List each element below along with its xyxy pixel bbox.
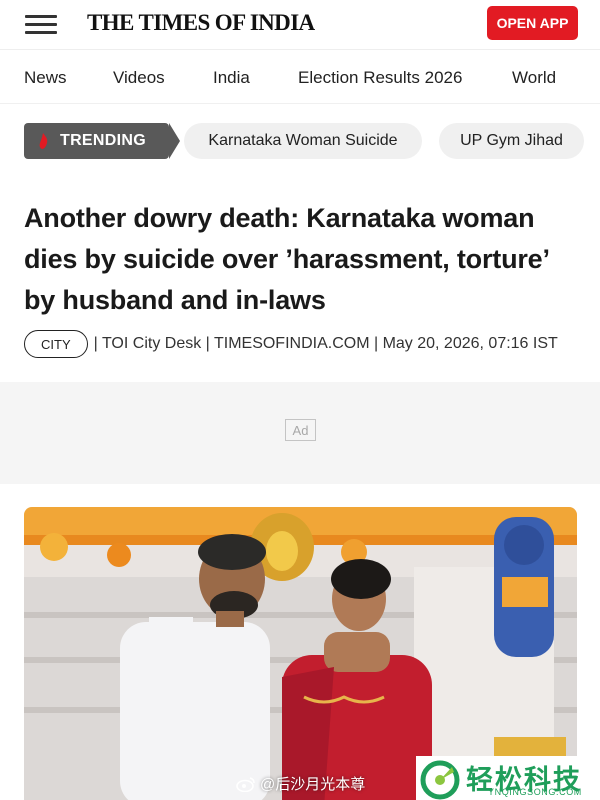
- site-logo[interactable]: THE TIMES OF INDIA: [87, 10, 315, 36]
- ad-slot: Ad: [0, 382, 600, 484]
- trending-chip-karnataka-woman-suicide[interactable]: Karnataka Woman Suicide: [184, 123, 422, 159]
- ad-label: Ad: [285, 419, 316, 441]
- trending-chip-up-gym-jihad[interactable]: UP Gym Jihad: [439, 123, 584, 159]
- section-tag-city[interactable]: CITY: [24, 330, 88, 358]
- nav-item-world[interactable]: World: [512, 68, 556, 88]
- photo-watermark: @后沙月光本尊: [236, 773, 365, 794]
- hamburger-icon[interactable]: [25, 12, 59, 38]
- top-bar: THE TIMES OF INDIA OPEN APP: [0, 0, 600, 50]
- article-meta: CITY | TOI City Desk | TIMESOFINDIA.COM …: [24, 330, 558, 358]
- nav-item-news[interactable]: News: [24, 68, 67, 88]
- open-app-button[interactable]: OPEN APP: [487, 6, 578, 40]
- trending-badge[interactable]: TRENDING: [24, 123, 180, 159]
- brand-url: YNQINGSONG.COM: [488, 787, 582, 797]
- section-nav: News Videos India Election Results 2026 …: [0, 52, 600, 104]
- site-brand-overlay: 轻松科技 YNQINGSONG.COM: [416, 756, 600, 800]
- article-byline: | TOI City Desk | TIMESOFINDIA.COM | May…: [93, 335, 558, 352]
- trending-label: TRENDING: [60, 132, 146, 149]
- brand-logo-icon: [420, 760, 460, 800]
- flame-icon: [39, 133, 48, 149]
- nav-item-election-results[interactable]: Election Results 2026: [298, 68, 462, 88]
- watermark-text: @后沙月光本尊: [260, 776, 366, 793]
- nav-item-videos[interactable]: Videos: [113, 68, 165, 88]
- article-headline: Another dowry death: Karnataka woman die…: [24, 203, 549, 315]
- weibo-icon: [236, 776, 255, 792]
- nav-item-india[interactable]: India: [213, 68, 250, 88]
